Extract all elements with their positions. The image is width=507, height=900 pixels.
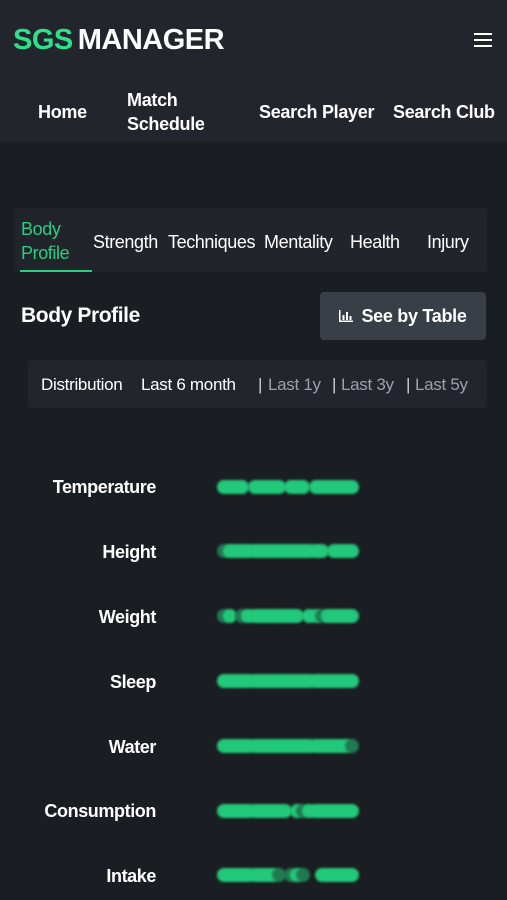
metric-dot [345, 609, 360, 623]
filter-last-3y[interactable]: Last 3y [341, 374, 394, 396]
top-navbar: SGS MANAGER Home Match Schedule Search Pl… [0, 0, 507, 142]
period-filter-bar: Distribution Last 6 month | Last 1y | La… [28, 360, 487, 408]
metric-dots-height [217, 544, 362, 558]
filter-distribution[interactable]: Distribution [41, 374, 123, 396]
filter-separator: | [406, 375, 411, 394]
filter-separator: | [332, 375, 337, 394]
metric-dot [345, 868, 360, 882]
metric-dot [345, 739, 360, 753]
metric-label-weight: Weight [98, 607, 157, 627]
tab-strength[interactable]: Strength [93, 230, 158, 254]
see-by-table-button[interactable]: See by Table [320, 292, 486, 340]
active-tab-indicator [20, 270, 92, 272]
metric-dots-consumption [217, 804, 362, 818]
metric-dots-water [217, 739, 362, 753]
tab-body-profile[interactable]: Body Profile [21, 217, 89, 265]
tab-health[interactable]: Health [350, 230, 400, 254]
metric-label-height: Height [102, 542, 156, 562]
tab-techniques[interactable]: Techniques [168, 230, 255, 254]
metric-dot [296, 868, 311, 882]
metric-label-sleep: Sleep [109, 672, 156, 692]
section-title: Body Profile [21, 304, 140, 327]
metric-label-water: Water [108, 737, 157, 757]
metric-dots-temperature [217, 480, 362, 494]
metric-dots-intake [217, 868, 362, 882]
metric-dot [345, 804, 360, 818]
tab-mentality[interactable]: Mentality [264, 230, 333, 254]
see-by-table-label: See by Table [361, 305, 467, 326]
filter-last-6-month[interactable]: Last 6 month [141, 374, 236, 396]
metric-label-temperature: Temperature [52, 477, 157, 497]
filter-last-5y[interactable]: Last 5y [415, 374, 468, 396]
metric-dot [345, 674, 360, 688]
metric-label-intake: Intake [106, 866, 156, 886]
nav-search-club[interactable]: Search Club [393, 100, 495, 124]
brand-logo-sgs: SGS [13, 24, 73, 56]
filter-last-1y[interactable]: Last 1y [268, 374, 321, 396]
hamburger-icon[interactable] [471, 28, 495, 52]
metric-dots-weight [217, 609, 362, 623]
brand-logo-manager: MANAGER [77, 24, 225, 56]
filter-separator: | [258, 375, 263, 394]
tab-injury[interactable]: Injury [427, 230, 469, 254]
profile-tabs: Body Profile Strength Techniques Mentali… [14, 208, 487, 272]
metric-dot [345, 544, 360, 558]
nav-search-player[interactable]: Search Player [259, 100, 374, 124]
metric-dots-sleep [217, 674, 362, 688]
nav-match-schedule[interactable]: Match Schedule [127, 88, 217, 136]
bar-chart-icon [339, 310, 354, 322]
metric-label-consumption: Consumption [44, 801, 156, 821]
nav-home[interactable]: Home [38, 100, 87, 124]
metric-dot [345, 480, 360, 494]
brand-logo[interactable]: SGS MANAGER [13, 24, 225, 57]
